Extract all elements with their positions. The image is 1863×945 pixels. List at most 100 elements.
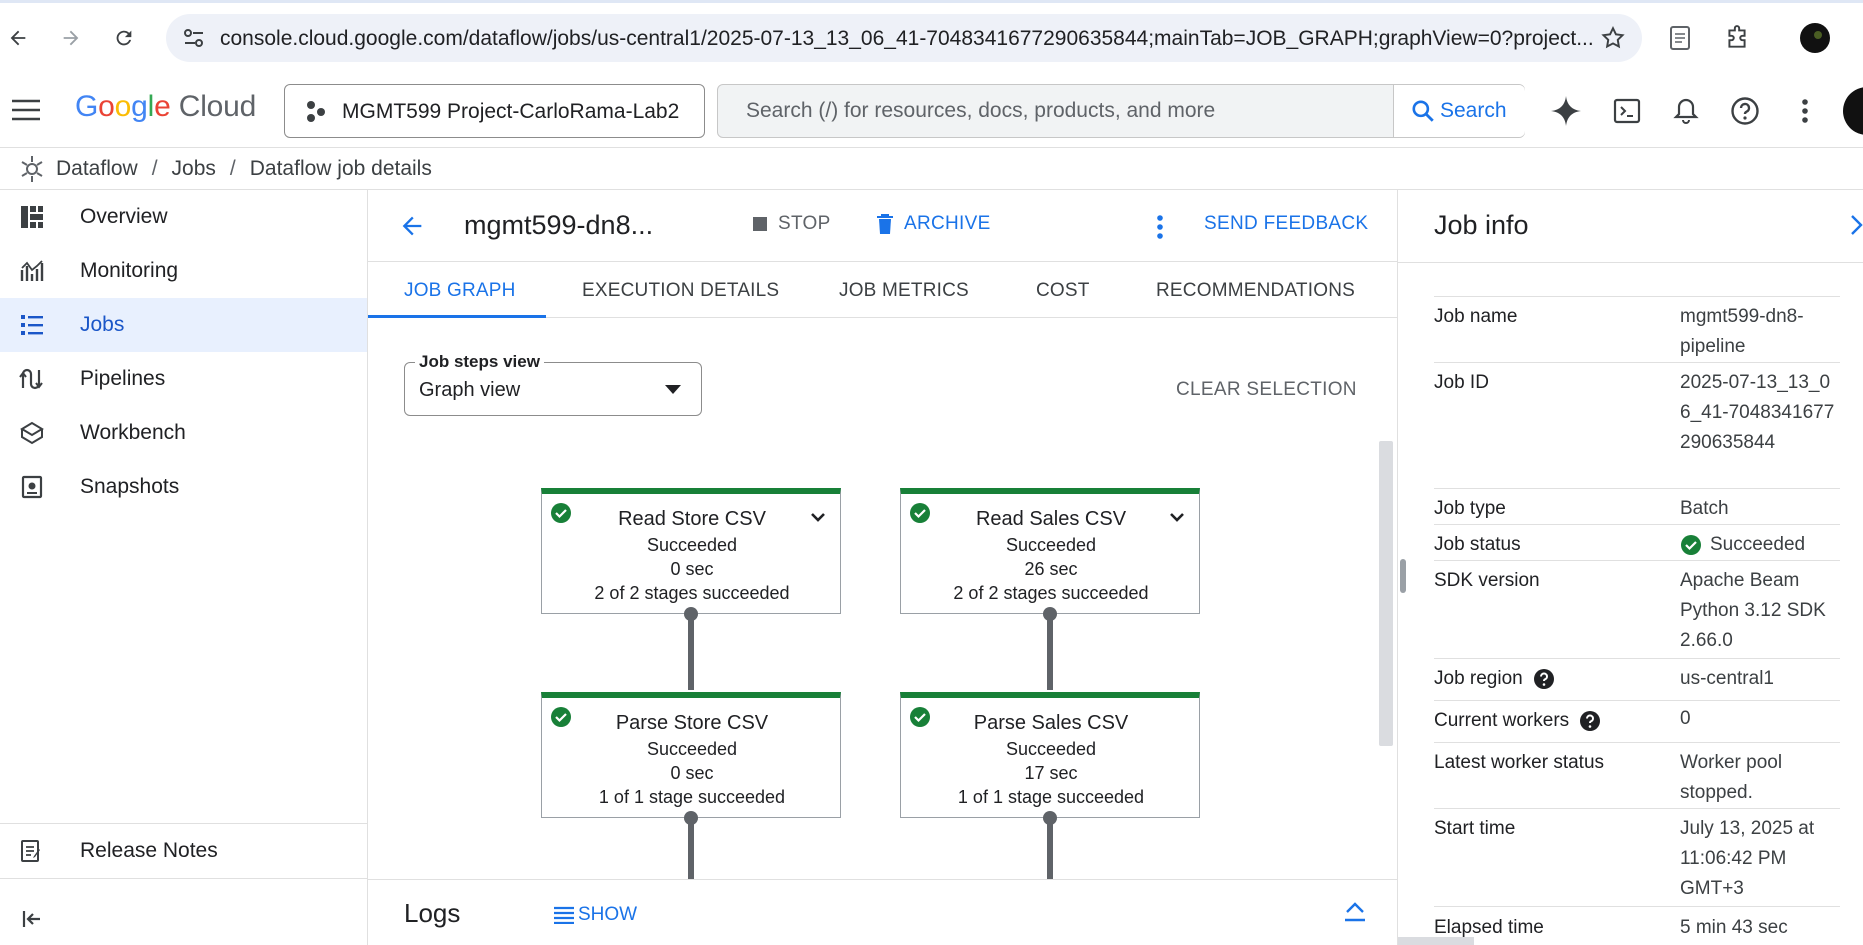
cloud-shell-icon[interactable] (1610, 94, 1644, 128)
back-icon[interactable] (2, 22, 34, 54)
breadcrumb-dataflow[interactable]: Dataflow (56, 157, 138, 181)
info-value-start-time: July 13, 2025 at 11:06:42 PM GMT+3 (1680, 818, 1815, 899)
info-value-job-region: us-central1 (1680, 668, 1774, 689)
graph-node-read-sales[interactable]: Read Sales CSV Succeeded 26 sec 2 of 2 s… (900, 488, 1200, 614)
tab-cost[interactable]: COST (1036, 280, 1090, 302)
tab-strip-edge (0, 0, 1863, 3)
release-notes-icon (21, 840, 40, 862)
reading-list-icon[interactable] (1664, 22, 1696, 54)
help-icon[interactable] (1533, 668, 1555, 690)
breadcrumb-separator: / (229, 156, 236, 180)
info-key-current-workers: Current workers (1434, 710, 1601, 732)
sidebar-item-workbench[interactable]: Workbench (0, 406, 367, 460)
google-cloud-logo[interactable]: Google Cloud (75, 90, 256, 124)
node-time: 0 sec (670, 559, 714, 579)
site-settings-icon[interactable] (182, 27, 206, 49)
bookmark-star-icon[interactable] (1600, 25, 1626, 51)
console-header: Google Cloud MGMT599 Project-CarloRama-L… (0, 74, 1863, 148)
sidebar-item-snapshots[interactable]: Snapshots (0, 460, 367, 514)
send-feedback-button[interactable]: SEND FEEDBACK (1204, 213, 1368, 235)
help-icon[interactable] (1728, 94, 1762, 128)
extensions-icon[interactable] (1721, 22, 1753, 54)
sidebar-item-label: Jobs (80, 313, 125, 336)
profile-avatar[interactable] (1799, 22, 1831, 54)
job-info-panel: Job info Job name mgmt599-dn8-pipeline J… (1397, 190, 1863, 945)
tab-job-graph[interactable]: JOB GRAPH (404, 280, 516, 302)
success-check-icon (1681, 535, 1701, 555)
job-region-label: Job region (1434, 668, 1523, 689)
stop-button[interactable]: STOP (752, 213, 831, 235)
stop-icon (753, 217, 767, 231)
sidebar-item-label: Overview (80, 205, 168, 228)
expand-chevron-icon[interactable] (1169, 512, 1185, 522)
tab-recommendations[interactable]: RECOMMENDATIONS (1156, 280, 1355, 302)
tab-execution-details[interactable]: EXECUTION DETAILS (582, 280, 779, 302)
connector-edge (688, 614, 694, 690)
more-options-icon[interactable] (1788, 94, 1822, 128)
collapse-sidebar-icon[interactable] (22, 910, 42, 928)
help-icon[interactable] (1579, 710, 1601, 732)
node-name: Read Sales CSV (975, 508, 1127, 530)
search-input[interactable] (719, 86, 1393, 136)
sidebar-item-label: Monitoring (80, 259, 179, 282)
search-bar: Search (717, 84, 1525, 138)
project-picker[interactable]: MGMT599 Project-CarloRama-Lab2 (284, 84, 705, 138)
search-button-label: Search (1440, 99, 1507, 122)
node-stages: 1 of 1 stage succeeded (957, 787, 1145, 807)
sidebar-item-label: Snapshots (80, 475, 180, 498)
expand-chevron-icon[interactable] (810, 512, 826, 522)
breadcrumb-current: Dataflow job details (249, 156, 432, 180)
node-name: Read Store CSV (618, 508, 766, 530)
panel-divider (1398, 262, 1863, 263)
node-status: Succeeded (646, 739, 738, 759)
info-key-job-id: Job ID (1434, 372, 1489, 393)
url-text[interactable]: console.cloud.google.com/dataflow/jobs/u… (220, 27, 1594, 51)
tab-job-metrics[interactable]: JOB METRICS (839, 280, 969, 302)
logs-show-label: SHOW (578, 904, 638, 925)
connector-edge (1047, 614, 1053, 690)
close-panel-icon[interactable] (1850, 214, 1863, 236)
search-button[interactable]: Search (1393, 85, 1525, 137)
expand-logs-icon[interactable] (1344, 902, 1366, 922)
graph-scrollbar[interactable] (1379, 441, 1393, 746)
sidebar-item-release-notes[interactable]: Release Notes (0, 824, 367, 878)
archive-label: ARCHIVE (904, 213, 991, 234)
sidebar-item-pipelines[interactable]: Pipelines (0, 352, 367, 406)
forward-icon[interactable] (55, 22, 87, 54)
more-actions-icon[interactable] (1156, 214, 1164, 240)
info-value-job-id: 2025-07-13_13_06_41-7048341677290635844 (1680, 372, 1835, 453)
info-value-current-workers: 0 (1680, 708, 1691, 729)
steps-view-value: Graph view (419, 379, 521, 401)
job-info-title: Job info (1434, 210, 1529, 240)
node-name: Parse Sales CSV (973, 712, 1129, 734)
pipelines-icon (19, 368, 43, 390)
main-menu-icon[interactable] (12, 98, 40, 122)
list-icon (21, 315, 43, 335)
account-avatar[interactable] (1842, 86, 1863, 136)
info-value-sdk-version: Apache Beam Python 3.12 SDK 2.66.0 (1680, 570, 1826, 651)
sidebar-item-overview[interactable]: Overview (0, 190, 367, 244)
reload-icon[interactable] (108, 22, 140, 54)
job-tabs: JOB GRAPH EXECUTION DETAILS JOB METRICS … (368, 262, 1397, 318)
gemini-sparkle-icon[interactable] (1549, 94, 1583, 128)
job-steps-view-select[interactable]: Job steps view Graph view (404, 352, 702, 416)
graph-node-read-store[interactable]: Read Store CSV Succeeded 0 sec 2 of 2 st… (541, 488, 841, 614)
panel-horizontal-scrollbar[interactable] (1398, 937, 1474, 945)
current-workers-label: Current workers (1434, 710, 1570, 731)
graph-node-parse-store[interactable]: Parse Store CSV Succeeded 0 sec 1 of 1 s… (541, 692, 841, 818)
sidebar-item-monitoring[interactable]: Monitoring (0, 244, 367, 298)
clear-selection-button[interactable]: CLEAR SELECTION (1176, 379, 1357, 401)
address-bar[interactable]: console.cloud.google.com/dataflow/jobs/u… (166, 14, 1642, 62)
logs-show-button[interactable]: SHOW (554, 904, 637, 926)
graph-node-parse-sales[interactable]: Parse Sales CSV Succeeded 17 sec 1 of 1 … (900, 692, 1200, 818)
info-value-job-status: Succeeded (1680, 530, 1850, 560)
row-divider (1434, 808, 1840, 809)
notifications-bell-icon[interactable] (1669, 94, 1703, 128)
back-arrow-icon[interactable] (398, 212, 426, 240)
archive-button[interactable]: ARCHIVE (876, 213, 991, 235)
node-stages: 2 of 2 stages succeeded (594, 583, 790, 603)
sidebar-item-jobs[interactable]: Jobs (0, 298, 367, 352)
node-name: Parse Store CSV (615, 712, 769, 734)
breadcrumb-jobs[interactable]: Jobs (172, 157, 216, 181)
node-stages: 2 of 2 stages succeeded (953, 583, 1149, 603)
